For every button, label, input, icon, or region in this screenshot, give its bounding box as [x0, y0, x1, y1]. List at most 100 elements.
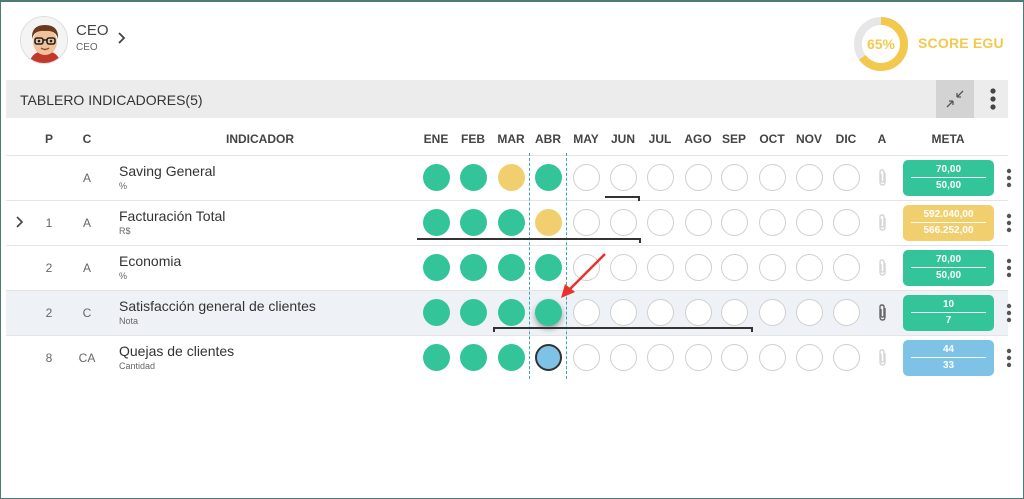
month-status-circle[interactable] [795, 344, 823, 371]
user-avatar[interactable] [20, 16, 68, 64]
month-status-circle[interactable] [459, 254, 487, 281]
cell-c: A [82, 216, 92, 230]
month-status-circle[interactable] [422, 164, 450, 191]
column-header-month: DIC [835, 132, 857, 146]
chevron-right-icon[interactable] [14, 215, 26, 229]
month-status-circle[interactable] [832, 254, 860, 281]
month-status-circle[interactable] [572, 164, 600, 191]
month-status-circle[interactable] [795, 254, 823, 281]
month-status-circle[interactable] [534, 299, 562, 326]
paperclip-icon[interactable] [876, 213, 890, 233]
month-status-circle[interactable] [572, 344, 600, 371]
indicator-name[interactable]: Quejas de clientes [119, 343, 234, 359]
indicator-name[interactable]: Satisfacción general de clientes [119, 298, 316, 314]
month-status-circle[interactable] [572, 209, 600, 236]
month-status-circle[interactable] [422, 254, 450, 281]
month-status-circle[interactable] [534, 164, 562, 191]
chevron-right-icon[interactable] [114, 30, 130, 46]
indicator-name[interactable]: Saving General [119, 163, 216, 179]
meta-badge[interactable]: 70,00 50,00 [903, 160, 994, 196]
month-status-circle[interactable] [609, 209, 637, 236]
meta-value-min: 50,00 [935, 180, 962, 191]
month-status-circle[interactable] [534, 209, 562, 236]
indicator-unit: Nota [119, 316, 139, 326]
month-status-circle[interactable] [459, 164, 487, 191]
month-status-circle[interactable] [832, 344, 860, 371]
month-status-circle[interactable] [684, 209, 712, 236]
month-status-circle[interactable] [497, 164, 525, 191]
month-status-circle[interactable] [572, 299, 600, 326]
month-status-circle[interactable] [646, 254, 674, 281]
meta-badge[interactable]: 10 7 [903, 295, 994, 331]
month-status-circle[interactable] [795, 164, 823, 191]
indicator-name[interactable]: Economia [119, 253, 181, 269]
month-status-circle[interactable] [795, 209, 823, 236]
month-status-circle[interactable] [609, 344, 637, 371]
meta-separator [911, 267, 986, 268]
month-status-circle[interactable] [758, 299, 786, 326]
month-status-circle[interactable] [758, 254, 786, 281]
month-status-circle[interactable] [459, 209, 487, 236]
paperclip-icon[interactable] [876, 303, 890, 323]
month-status-circle[interactable] [720, 209, 748, 236]
collapse-button[interactable] [936, 80, 974, 118]
month-status-circle[interactable] [422, 344, 450, 371]
month-status-circle[interactable] [795, 299, 823, 326]
month-status-circle[interactable] [422, 209, 450, 236]
cell-p: 8 [45, 351, 53, 365]
month-status-circle[interactable] [684, 344, 712, 371]
table-row[interactable]: A Saving General% 70,00 50,00 [6, 155, 1012, 200]
month-status-circle[interactable] [758, 164, 786, 191]
more-vertical-icon[interactable] [1002, 346, 1016, 370]
meta-badge[interactable]: 44 33 [903, 340, 994, 376]
month-status-circle[interactable] [832, 299, 860, 326]
paperclip-icon[interactable] [876, 168, 890, 188]
month-status-circle[interactable] [832, 164, 860, 191]
month-status-circle[interactable] [609, 164, 637, 191]
meta-badge[interactable]: 70,00 50,00 [903, 250, 994, 286]
month-status-circle[interactable] [684, 299, 712, 326]
month-status-circle[interactable] [497, 209, 525, 236]
month-status-circle[interactable] [534, 344, 562, 371]
month-status-circle[interactable] [646, 164, 674, 191]
month-status-circle[interactable] [646, 299, 674, 326]
table-row[interactable]: 8 CA Quejas de clientes Cantidad 44 33 [6, 335, 1012, 380]
collapse-arrows-icon [946, 90, 964, 108]
month-status-circle[interactable] [646, 344, 674, 371]
table-row[interactable]: 2 A Economia% 70,00 50,00 [6, 245, 1012, 290]
meta-separator [911, 312, 986, 313]
column-header-a: A [877, 132, 887, 146]
paperclip-icon[interactable] [876, 348, 890, 368]
more-vertical-icon[interactable] [1002, 166, 1016, 190]
month-status-circle[interactable] [720, 344, 748, 371]
more-vertical-icon[interactable] [1002, 256, 1016, 280]
month-status-circle[interactable] [758, 344, 786, 371]
month-status-circle[interactable] [497, 299, 525, 326]
more-vertical-icon[interactable] [1002, 301, 1016, 325]
paperclip-icon[interactable] [876, 258, 890, 278]
indicator-unit: R$ [119, 226, 131, 236]
column-header-month: JUN [610, 132, 636, 146]
month-status-circle[interactable] [422, 299, 450, 326]
month-status-circle[interactable] [497, 254, 525, 281]
score-label: SCORE EGU [918, 35, 1004, 51]
month-status-circle[interactable] [720, 164, 748, 191]
month-status-circle[interactable] [497, 344, 525, 371]
month-status-circle[interactable] [646, 209, 674, 236]
month-status-circle[interactable] [720, 254, 748, 281]
meta-badge[interactable]: 592.040,00 566.252,00 [903, 205, 994, 241]
column-header-meta: META [931, 132, 965, 146]
month-status-circle[interactable] [720, 299, 748, 326]
month-status-circle[interactable] [832, 209, 860, 236]
month-status-circle[interactable] [758, 209, 786, 236]
month-status-circle[interactable] [459, 299, 487, 326]
dashboard-title: TABLERO INDICADORES(5) [20, 92, 203, 108]
indicator-name[interactable]: Facturación Total [119, 208, 225, 224]
month-status-circle[interactable] [684, 164, 712, 191]
more-vertical-icon[interactable] [1002, 211, 1016, 235]
month-status-circle[interactable] [459, 344, 487, 371]
more-vertical-icon[interactable] [981, 84, 1005, 114]
month-status-circle[interactable] [609, 299, 637, 326]
column-header-p: P [44, 132, 54, 146]
month-status-circle[interactable] [684, 254, 712, 281]
